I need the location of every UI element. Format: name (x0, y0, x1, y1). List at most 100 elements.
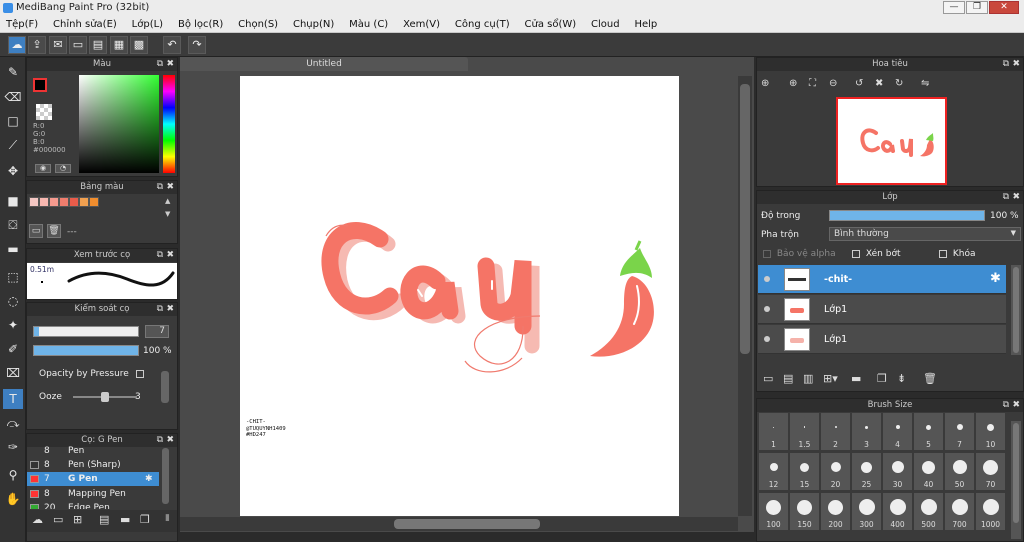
new-halftone-layer-icon[interactable]: ▤ (783, 372, 793, 385)
saturation-value-picker[interactable] (79, 75, 159, 173)
add-brush-icon[interactable]: ⊞ (73, 513, 82, 526)
folder-icon[interactable]: ▬ (851, 372, 861, 385)
lock-option[interactable]: Khóa (939, 249, 976, 259)
cloud-download-icon[interactable]: ☁ (32, 513, 43, 526)
brush-size-cell[interactable]: 100 (759, 493, 788, 530)
brush-item-pen[interactable]: 8 Pen (27, 444, 159, 458)
add-swatch-icon[interactable]: ▭ (29, 224, 43, 238)
brush-size-value[interactable]: 7 (145, 325, 169, 338)
brush-size-cell[interactable]: 1000 (976, 493, 1005, 530)
document-tab[interactable]: Untitled (180, 57, 468, 71)
new-brush-icon[interactable]: ▭ (53, 513, 63, 526)
bucket-tool-icon[interactable]: ⛋ (3, 215, 23, 235)
flip-icon[interactable]: ⇋ (921, 78, 929, 89)
comment-icon[interactable]: ✉ (49, 36, 67, 54)
brush-size-cell[interactable]: 40 (914, 453, 943, 490)
menu-view[interactable]: Xem(V) (397, 16, 446, 33)
brush-size-cell[interactable]: 20 (821, 453, 850, 490)
eye-icon[interactable] (764, 276, 770, 282)
color-mode-icon[interactable]: ◉ (35, 164, 51, 173)
brush-size-cell[interactable]: 70 (976, 453, 1005, 490)
brush-item-g-pen[interactable]: 7 G Pen ✱ (27, 472, 159, 486)
ooze-slider-handle[interactable] (101, 392, 109, 402)
transparent-swatch[interactable] (36, 104, 52, 120)
close-icon[interactable]: ✖ (1012, 399, 1020, 412)
trash-icon[interactable]: 🗑 (47, 224, 61, 238)
brush-item-mapping-pen[interactable]: 8 Mapping Pen (27, 487, 159, 501)
layers-scrollbar[interactable] (1011, 265, 1021, 355)
close-icon[interactable]: ✖ (166, 249, 174, 262)
brush-size-cell[interactable]: 4 (883, 413, 912, 450)
protect-alpha-option[interactable]: Bảo vệ alpha (763, 249, 836, 259)
brush-size-slider[interactable] (33, 326, 139, 337)
brush-size-cell[interactable]: 700 (945, 493, 974, 530)
brush-size-scroll-thumb[interactable] (1013, 423, 1019, 523)
brush-size-cell[interactable]: 200 (821, 493, 850, 530)
eye-icon[interactable] (764, 336, 770, 342)
brush-size-cell[interactable]: 50 (945, 453, 974, 490)
undock-icon[interactable]: ⧉ (1003, 191, 1009, 204)
menu-color[interactable]: Màu (C) (343, 16, 394, 33)
document-icon[interactable]: ▤ (89, 36, 107, 54)
blend-mode-select[interactable]: Bình thường ▼ (829, 227, 1021, 241)
horizontal-scroll-thumb[interactable] (394, 519, 540, 529)
hand-tool-icon[interactable]: ✋ (3, 489, 23, 509)
menu-snap[interactable]: Chụp(N) (287, 16, 340, 33)
brush-size-cell[interactable]: 150 (790, 493, 819, 530)
brush-tool-icon[interactable]: ✎ (3, 62, 23, 82)
undock-icon[interactable]: ⧉ (157, 303, 163, 316)
panel-icon[interactable]: ▦ (110, 36, 128, 54)
undock-icon[interactable]: ⧉ (157, 58, 163, 71)
menu-edit[interactable]: Chỉnh sửa(E) (47, 16, 123, 33)
brush-list-scrollbar[interactable] (162, 448, 169, 504)
palette-swatch[interactable] (69, 197, 79, 207)
navigator-preview[interactable] (836, 97, 947, 185)
brush-control-scrollbar[interactable] (161, 371, 169, 403)
brush-settings-icon[interactable]: ▤ (99, 513, 109, 526)
new-8bit-layer-icon[interactable]: ▥ (803, 372, 813, 385)
select-pen-icon[interactable]: ✐ (3, 339, 23, 359)
rotate-left-icon[interactable]: ↺ (855, 78, 863, 89)
eyedropper-tool-icon[interactable]: ⚲ (3, 465, 23, 485)
color-wheel-icon[interactable]: ◔ (55, 164, 71, 173)
layers-scroll-thumb[interactable] (1013, 267, 1019, 353)
reset-view-icon[interactable]: ✖ (875, 78, 883, 89)
cloud-icon[interactable]: ☁ (8, 36, 26, 54)
palette-swatch[interactable] (49, 197, 59, 207)
close-icon[interactable]: ✖ (166, 434, 174, 447)
opacity-by-pressure-checkbox[interactable] (135, 369, 144, 378)
add-layer-menu-icon[interactable]: ⊞▾ (823, 372, 838, 385)
menu-window[interactable]: Cửa sổ(W) (519, 16, 583, 33)
eraser-tool-icon[interactable]: ⌫ (3, 87, 23, 107)
gear-icon[interactable]: ✱ (990, 271, 1001, 286)
layer-row-lop1[interactable]: Lớp1 (758, 295, 1006, 324)
undock-icon[interactable]: ⧉ (1003, 58, 1009, 71)
brush-size-cell[interactable]: 12 (759, 453, 788, 490)
brush-size-cell[interactable]: 500 (914, 493, 943, 530)
line-tool-icon[interactable]: ⟋ (3, 135, 23, 155)
select-tool-icon[interactable]: ⬚ (3, 267, 23, 287)
gear-icon[interactable]: ✱ (145, 472, 153, 486)
rectangle-tool-icon[interactable]: □ (3, 111, 23, 131)
maximize-button[interactable]: ❐ (966, 1, 988, 14)
palette-swatch[interactable] (89, 197, 99, 207)
layer-row-chit[interactable]: -chit- ✱ (758, 265, 1006, 294)
fit-window-icon[interactable]: ⛶ (809, 78, 816, 89)
menu-filter[interactable]: Bộ lọc(R) (172, 16, 229, 33)
brush-item-edge-pen[interactable]: 20 Edge Pen (27, 501, 159, 509)
rotate-right-icon[interactable]: ↻ (895, 78, 903, 89)
brush-size-cell[interactable]: 7 (945, 413, 974, 450)
clipping-checkbox[interactable] (852, 249, 860, 258)
undock-icon[interactable]: ⧉ (157, 181, 163, 194)
foreground-color-swatch[interactable] (33, 78, 47, 92)
protect-alpha-checkbox[interactable] (763, 249, 771, 258)
minimize-button[interactable]: — (943, 1, 965, 14)
undo-icon[interactable]: ↶ (163, 36, 181, 54)
palette-swatch[interactable] (79, 197, 89, 207)
eye-icon[interactable] (764, 306, 770, 312)
undock-icon[interactable]: ⧉ (157, 249, 163, 262)
zoom-fit-icon[interactable]: ⊕ (761, 78, 769, 89)
brush-size-scrollbar[interactable] (1011, 421, 1021, 539)
select-eraser-icon[interactable]: ⌧ (3, 363, 23, 383)
duplicate-icon[interactable]: ❐ (140, 513, 150, 526)
